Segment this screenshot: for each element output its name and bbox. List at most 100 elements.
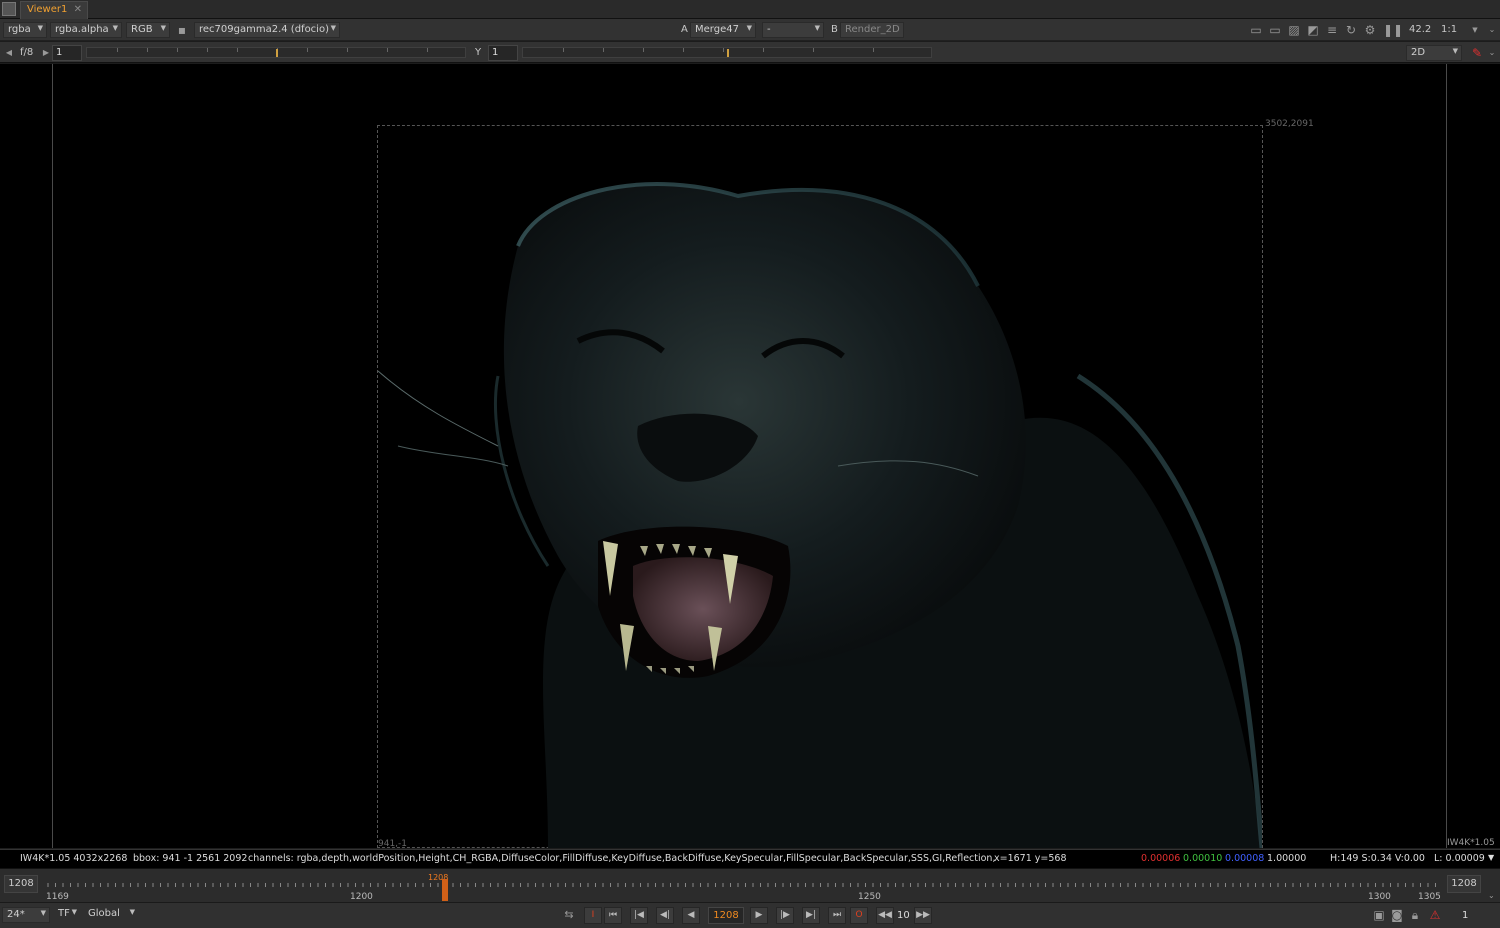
view-mode-dropdown[interactable]: 2D ▼ (1406, 45, 1462, 61)
step-back-icon[interactable]: ◀| (656, 907, 674, 924)
capture-icon[interactable]: ◙ (1390, 908, 1404, 922)
skip-forward-increment-icon[interactable]: ▶▶ (914, 907, 932, 924)
blend-mode-value: - (767, 24, 771, 35)
chevron-down-icon: ▼ (37, 24, 43, 32)
lock-icon[interactable]: 🔒︎ (1408, 908, 1422, 922)
timeline-label: 1169 (46, 892, 69, 902)
chevron-down-icon: ▼ (160, 24, 166, 32)
monitor-output-icon[interactable]: ▣ (1372, 908, 1386, 922)
layers-icon[interactable]: ≡ (1325, 23, 1339, 37)
tf-dropdown[interactable]: TF ▼ (54, 907, 80, 923)
panel-menu-icon[interactable] (2, 2, 16, 16)
proxy-icon[interactable]: ⚙ (1363, 23, 1377, 37)
input-b-value: Render_2D (845, 24, 900, 35)
fstop-decrease-icon[interactable]: ◀ (2, 46, 16, 60)
cursor-position: x=1671 y=568 (994, 853, 1067, 864)
blue-value: 0.00008 (1225, 853, 1265, 864)
bbox-info: bbox: 941 -1 2561 2092 (133, 853, 248, 864)
alpha-value: 1.00000 (1267, 853, 1307, 864)
previous-keyframe-icon[interactable]: |◀ (630, 907, 648, 924)
zoom-value[interactable]: 42.2 (1409, 24, 1431, 35)
pause-icon[interactable]: ❚❚ (1383, 23, 1403, 37)
fps-dropdown[interactable]: 24* ▼ (2, 907, 50, 923)
rendered-image (378, 126, 1262, 848)
blend-mode-dropdown[interactable]: - ▼ (762, 22, 824, 38)
first-frame-icon[interactable]: ⏮ (604, 907, 622, 924)
channels-dropdown[interactable]: rgba ▼ (3, 22, 47, 38)
chevron-down-icon[interactable]: ▼ (1488, 853, 1494, 862)
chevron-down-icon: ▼ (1452, 47, 1458, 55)
roi-icon[interactable]: ▭ (1249, 23, 1263, 37)
pixel-info-bar: IW4K*1.05 4032x2268 bbox: 941 -1 2561 20… (0, 849, 1500, 868)
timeline-track[interactable]: 1169 1200 1250 1300 1305 1208 (46, 873, 1442, 902)
play-backward-icon[interactable]: ◀ (682, 907, 700, 924)
timeline-label: 1300 (1368, 892, 1391, 902)
skip-back-increment-icon[interactable]: ◀◀ (876, 907, 894, 924)
ip-toggle-icon[interactable]: ▪ (175, 23, 189, 37)
chevron-down-icon: ▼ (129, 908, 135, 916)
set-out-point-button[interactable]: O (850, 907, 868, 924)
timeline-start-frame[interactable]: 1208 (4, 875, 38, 893)
chevron-down-icon[interactable]: ▼ (1468, 23, 1482, 37)
chevron-down-icon: ▼ (814, 24, 820, 32)
gain-input[interactable]: 1 (52, 45, 82, 61)
alpha-channel-value: rgba.alpha (55, 24, 109, 35)
collapse-icon[interactable]: ⌄ (1488, 891, 1495, 900)
timeline-end-frame[interactable]: 1208 (1447, 875, 1481, 893)
mask-overlay-icon[interactable]: ▭ (1268, 23, 1282, 37)
next-keyframe-icon[interactable]: ▶| (802, 907, 820, 924)
tab-bar: Viewer1 ✕ (0, 0, 1500, 19)
collapse-icon[interactable]: ⌄ (1485, 46, 1499, 60)
input-b-dropdown[interactable]: Render_2D (840, 22, 904, 38)
chevron-down-icon: ▼ (112, 24, 118, 32)
red-value: 0.00006 (1141, 853, 1181, 864)
viewer-process-value: rec709gamma2.4 (dfocio) (199, 24, 329, 35)
chevron-down-icon: ▼ (746, 24, 752, 32)
tab-viewer1[interactable]: Viewer1 ✕ (20, 1, 88, 19)
playback-speed-value[interactable]: 1 (1462, 910, 1468, 921)
input-a-label: A (681, 24, 688, 35)
chevron-down-icon: ▼ (71, 908, 77, 916)
channels-info: channels: rgba,depth,worldPosition,Heigh… (248, 853, 996, 864)
gain-slider-handle[interactable] (276, 49, 278, 57)
chevron-down-icon: ▼ (330, 24, 336, 32)
gamma-label: Y (475, 47, 482, 58)
alpha-channel-dropdown[interactable]: rgba.alpha ▼ (50, 22, 122, 38)
gamma-input[interactable]: 1 (488, 45, 518, 61)
viewer-toolbar-top: rgba ▼ rgba.alpha ▼ RGB ▼ ▪ rec709gamma2.4 … (0, 19, 1500, 41)
gamma-slider[interactable] (522, 47, 932, 58)
gain-slider[interactable] (86, 47, 466, 58)
last-frame-icon[interactable]: ⏭ (828, 907, 846, 924)
input-a-dropdown[interactable]: Merge47 ▼ (690, 22, 756, 38)
step-forward-icon[interactable]: |▶ (776, 907, 794, 924)
panther-image (378, 182, 1262, 848)
viewer-canvas[interactable]: 3502,2091 941,-1 IW4K*1.05 (0, 64, 1500, 849)
alert-icon[interactable]: ⚠ (1428, 908, 1442, 922)
playback-controls: 24* ▼ TF ▼ Global ▼ ⇆ I ⏮ |◀ ◀| ◀ 1208 ▶ |▶… (0, 902, 1500, 928)
pin-icon[interactable]: ✎ (1470, 46, 1484, 60)
close-icon[interactable]: ✕ (74, 4, 82, 15)
play-forward-icon[interactable]: ▶ (750, 907, 768, 924)
wipe-icon[interactable]: ◩ (1306, 23, 1320, 37)
viewer-toolbar-bottom: ◀ f/8 ▶ 1 Y 1 2D ▼ ✎ ⌄ (0, 42, 1500, 63)
timeline-ticks (47, 883, 1436, 887)
pixel-ratio-value[interactable]: 1:1 (1441, 24, 1457, 35)
channels-value: rgba (8, 24, 31, 35)
collapse-icon[interactable]: ⌄ (1485, 23, 1499, 37)
scope-dropdown[interactable]: Global ▼ (84, 907, 138, 923)
gamma-slider-handle[interactable] (727, 49, 729, 57)
timeline-label: 1305 (1418, 892, 1441, 902)
viewer-process-dropdown[interactable]: rec709gamma2.4 (dfocio) ▼ (194, 22, 340, 38)
green-value: 0.00010 (1183, 853, 1223, 864)
fstop-increase-icon[interactable]: ▶ (39, 46, 53, 60)
frame-increment-value[interactable]: 10 (897, 910, 910, 921)
loop-mode-icon[interactable]: ⇆ (562, 908, 576, 922)
playhead[interactable] (442, 879, 448, 901)
set-in-point-button[interactable]: I (584, 907, 602, 924)
current-frame-input[interactable]: 1208 (708, 907, 744, 924)
refresh-icon[interactable]: ↻ (1344, 23, 1358, 37)
zebra-icon[interactable]: ▨ (1287, 23, 1301, 37)
display-channels-dropdown[interactable]: RGB ▼ (126, 22, 170, 38)
fstop-label: f/8 (20, 47, 34, 58)
timeline-label: 1200 (350, 892, 373, 902)
